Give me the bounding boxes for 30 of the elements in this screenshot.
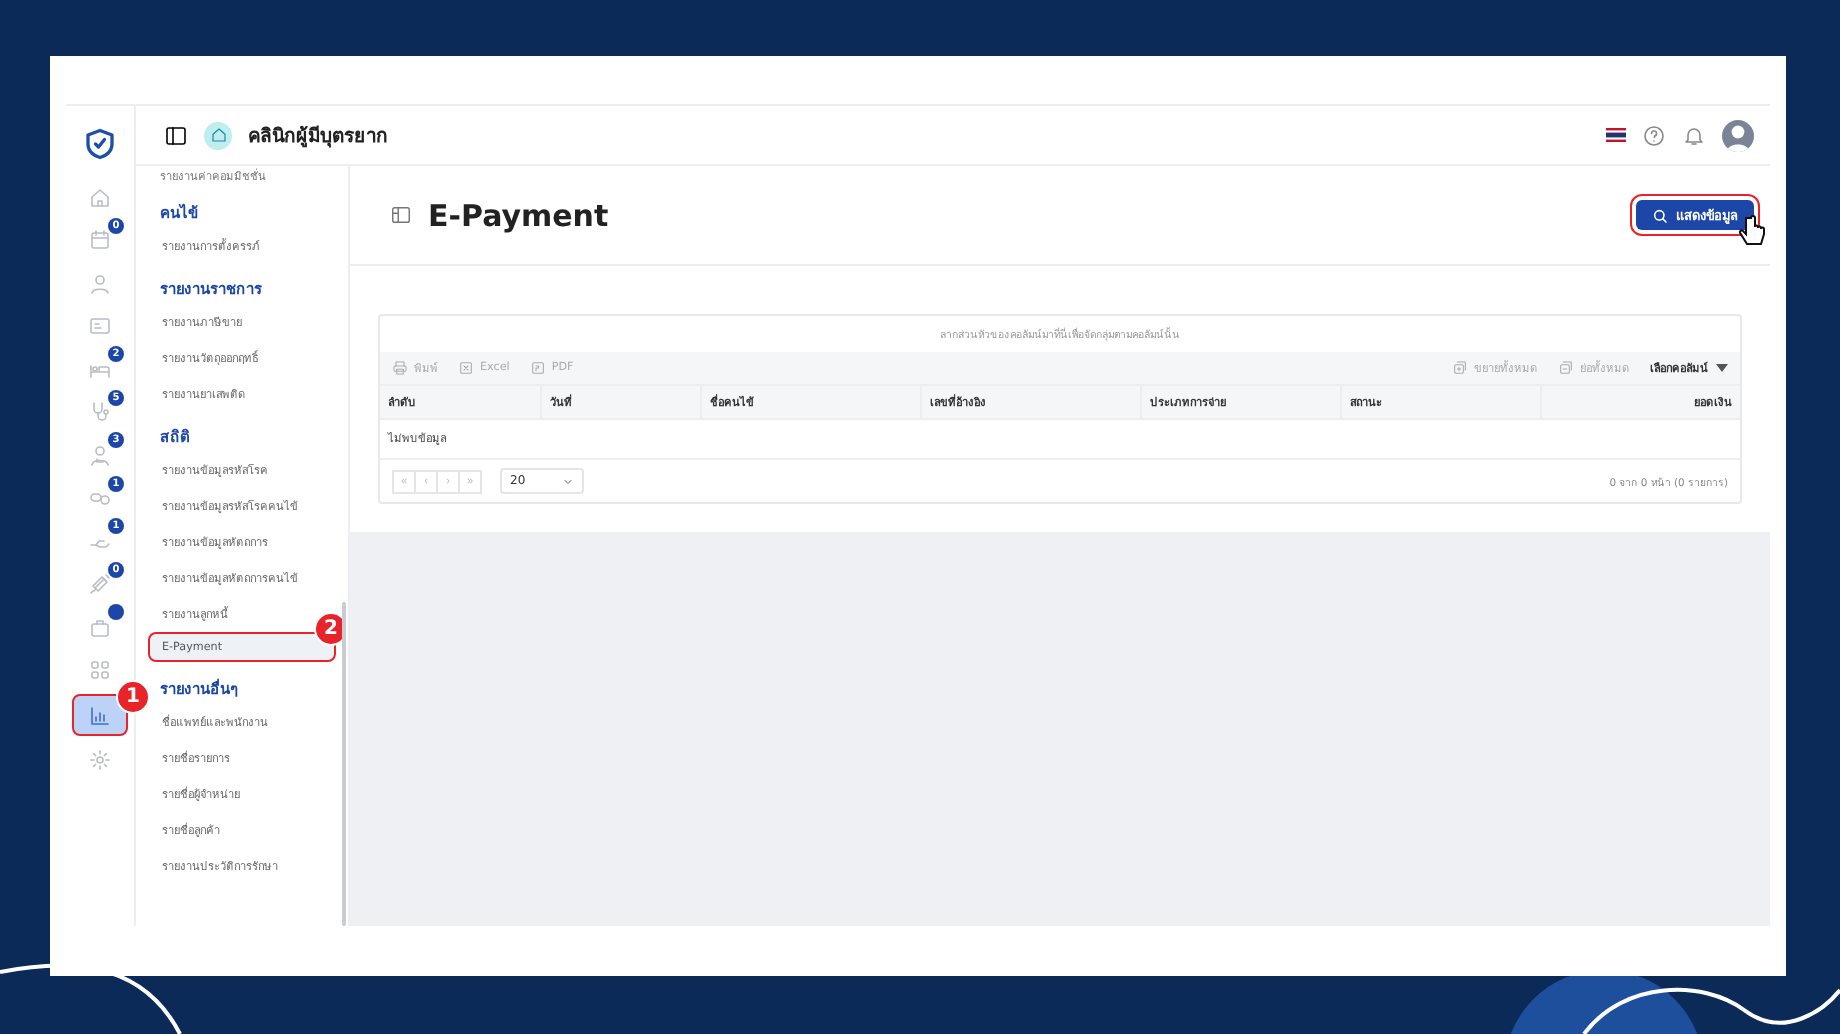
doctor-icon[interactable] [88,443,112,468]
clinic-logo-icon [204,121,232,149]
help-icon[interactable] [1642,123,1666,147]
caret-icon [1716,364,1728,372]
gear-icon[interactable] [88,747,112,772]
stethoscope-icon[interactable] [88,400,112,425]
calendar-icon[interactable] [88,228,112,253]
stacked-plus-icon [1452,360,1468,376]
bag-icon[interactable] [88,615,112,640]
bar-chart-icon[interactable] [88,703,112,727]
id-card-icon[interactable] [88,314,112,339]
clinic-name: คลินิกผู้มีบุตรยาก [248,123,388,150]
shield-logo-icon [82,126,118,162]
syringe-icon[interactable] [88,572,112,597]
page-title: E-Payment [428,197,611,233]
person-icon[interactable] [88,271,112,296]
home-icon[interactable] [88,185,112,210]
file-x-icon [458,360,474,376]
sidebar-toggle-icon [164,123,188,147]
thai-flag-icon[interactable] [1606,128,1626,142]
file-icon [529,360,546,376]
panel-icon [390,204,412,226]
printer-icon [392,360,408,376]
grid-icon[interactable] [88,658,112,683]
stacked-minus-icon [1558,360,1574,376]
bell-icon[interactable] [1682,123,1706,147]
search-icon [1652,207,1668,223]
chevron-down-icon [562,475,574,487]
avatar[interactable] [1722,119,1754,151]
callout-number: 1 [116,680,150,714]
